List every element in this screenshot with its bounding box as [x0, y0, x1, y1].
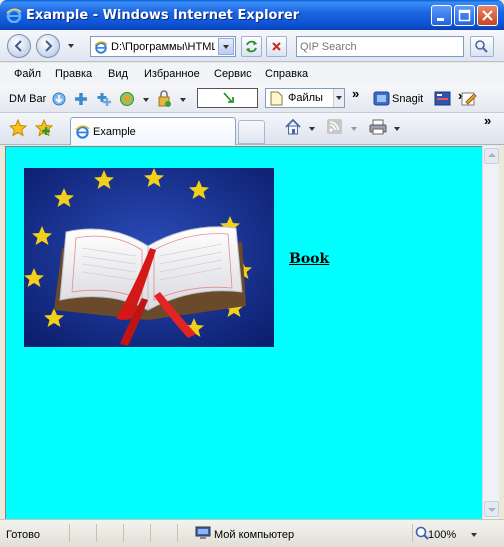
history-dropdown-icon[interactable] — [68, 44, 74, 48]
dm-lock-dropdown-icon[interactable] — [180, 98, 186, 102]
status-separator — [96, 524, 97, 542]
menu-edit[interactable]: Правка — [55, 68, 92, 80]
address-text: D:\Программы\HTML\ — [111, 41, 215, 53]
print-dropdown-icon[interactable] — [394, 127, 400, 131]
scroll-down-button[interactable] — [484, 501, 499, 517]
new-tab-button[interactable] — [238, 120, 265, 144]
add-favorites-icon[interactable] — [34, 118, 54, 140]
menu-help[interactable]: Справка — [265, 68, 308, 80]
dm-download-icon[interactable] — [50, 90, 68, 111]
close-window-button[interactable] — [477, 5, 498, 26]
snagit-label[interactable]: Snagit — [392, 93, 423, 105]
book-image — [24, 168, 274, 347]
files-dropdown-arrow[interactable] — [333, 89, 344, 107]
forward-button[interactable] — [36, 34, 60, 58]
links-overflow-icon[interactable]: » — [352, 86, 359, 101]
address-dropdown-button[interactable] — [218, 38, 234, 55]
favorites-star-icon[interactable] — [8, 118, 28, 140]
feeds-dropdown-icon[interactable] — [351, 127, 357, 131]
scroll-up-button[interactable] — [484, 148, 499, 164]
status-bar: Готово Мой компьютер 100% — [0, 519, 504, 547]
snagit-capture-icon[interactable] — [434, 90, 451, 110]
snagit-edit-icon[interactable] — [460, 90, 477, 110]
ie-logo-icon — [6, 7, 22, 26]
files-icon — [270, 91, 283, 109]
status-separator — [177, 524, 178, 542]
menu-favorites[interactable]: Избранное — [144, 68, 200, 80]
search-field[interactable] — [296, 36, 464, 57]
tab-page-icon — [75, 124, 90, 142]
dm-globe-dropdown-icon[interactable] — [143, 98, 149, 102]
dm-lock-icon[interactable] — [155, 89, 173, 112]
command-overflow-icon[interactable]: » — [484, 113, 491, 128]
book-link[interactable]: Book — [289, 251, 329, 267]
menu-file[interactable]: Файл — [14, 68, 41, 80]
navigation-bar: D:\Программы\HTML\ — [0, 30, 504, 62]
print-icon[interactable] — [369, 118, 387, 139]
vertical-scrollbar[interactable] — [482, 146, 499, 519]
dm-globe-icon[interactable] — [118, 90, 136, 111]
home-icon[interactable] — [284, 118, 302, 139]
page-content: Book — [5, 146, 482, 519]
computer-icon — [195, 525, 211, 544]
window-title: Example - Windows Internet Explorer — [26, 8, 300, 23]
search-button[interactable] — [470, 36, 494, 57]
minimize-button[interactable] — [431, 5, 452, 26]
status-separator — [150, 524, 151, 542]
menu-view[interactable]: Вид — [108, 68, 128, 80]
dm-add-batch-icon[interactable] — [95, 90, 113, 111]
files-dropdown[interactable]: Файлы — [265, 88, 345, 108]
tab-label: Example — [93, 126, 136, 138]
home-dropdown-icon[interactable] — [309, 127, 315, 131]
snagit-icon[interactable] — [373, 90, 390, 110]
dm-status-box[interactable] — [197, 88, 258, 108]
page-icon — [94, 40, 108, 57]
status-separator — [69, 524, 70, 542]
title-bar: Example - Windows Internet Explorer — [0, 0, 504, 30]
refresh-button[interactable] — [241, 36, 262, 57]
maximize-button[interactable] — [454, 5, 475, 26]
zone-label: Мой компьютер — [214, 529, 295, 541]
tab-example[interactable]: Example — [70, 117, 236, 145]
back-button[interactable] — [7, 34, 31, 58]
feeds-icon[interactable] — [326, 118, 344, 139]
window-frame-right — [499, 146, 504, 519]
search-input[interactable] — [300, 38, 460, 55]
files-label: Файлы — [288, 92, 323, 104]
status-separator — [123, 524, 124, 542]
dm-bar-label: DM Bar — [9, 93, 47, 105]
stop-button[interactable] — [266, 36, 287, 57]
zoom-level[interactable]: 100% — [428, 529, 456, 541]
dm-add-icon[interactable] — [72, 90, 90, 111]
menu-bar: Файл Правка Вид Избранное Сервис Справка — [0, 63, 504, 85]
zoom-dropdown-icon[interactable] — [471, 533, 477, 537]
status-text: Готово — [6, 529, 40, 541]
menu-tools[interactable]: Сервис — [214, 68, 252, 80]
status-separator — [412, 524, 413, 542]
address-field[interactable]: D:\Программы\HTML\ — [90, 36, 236, 57]
